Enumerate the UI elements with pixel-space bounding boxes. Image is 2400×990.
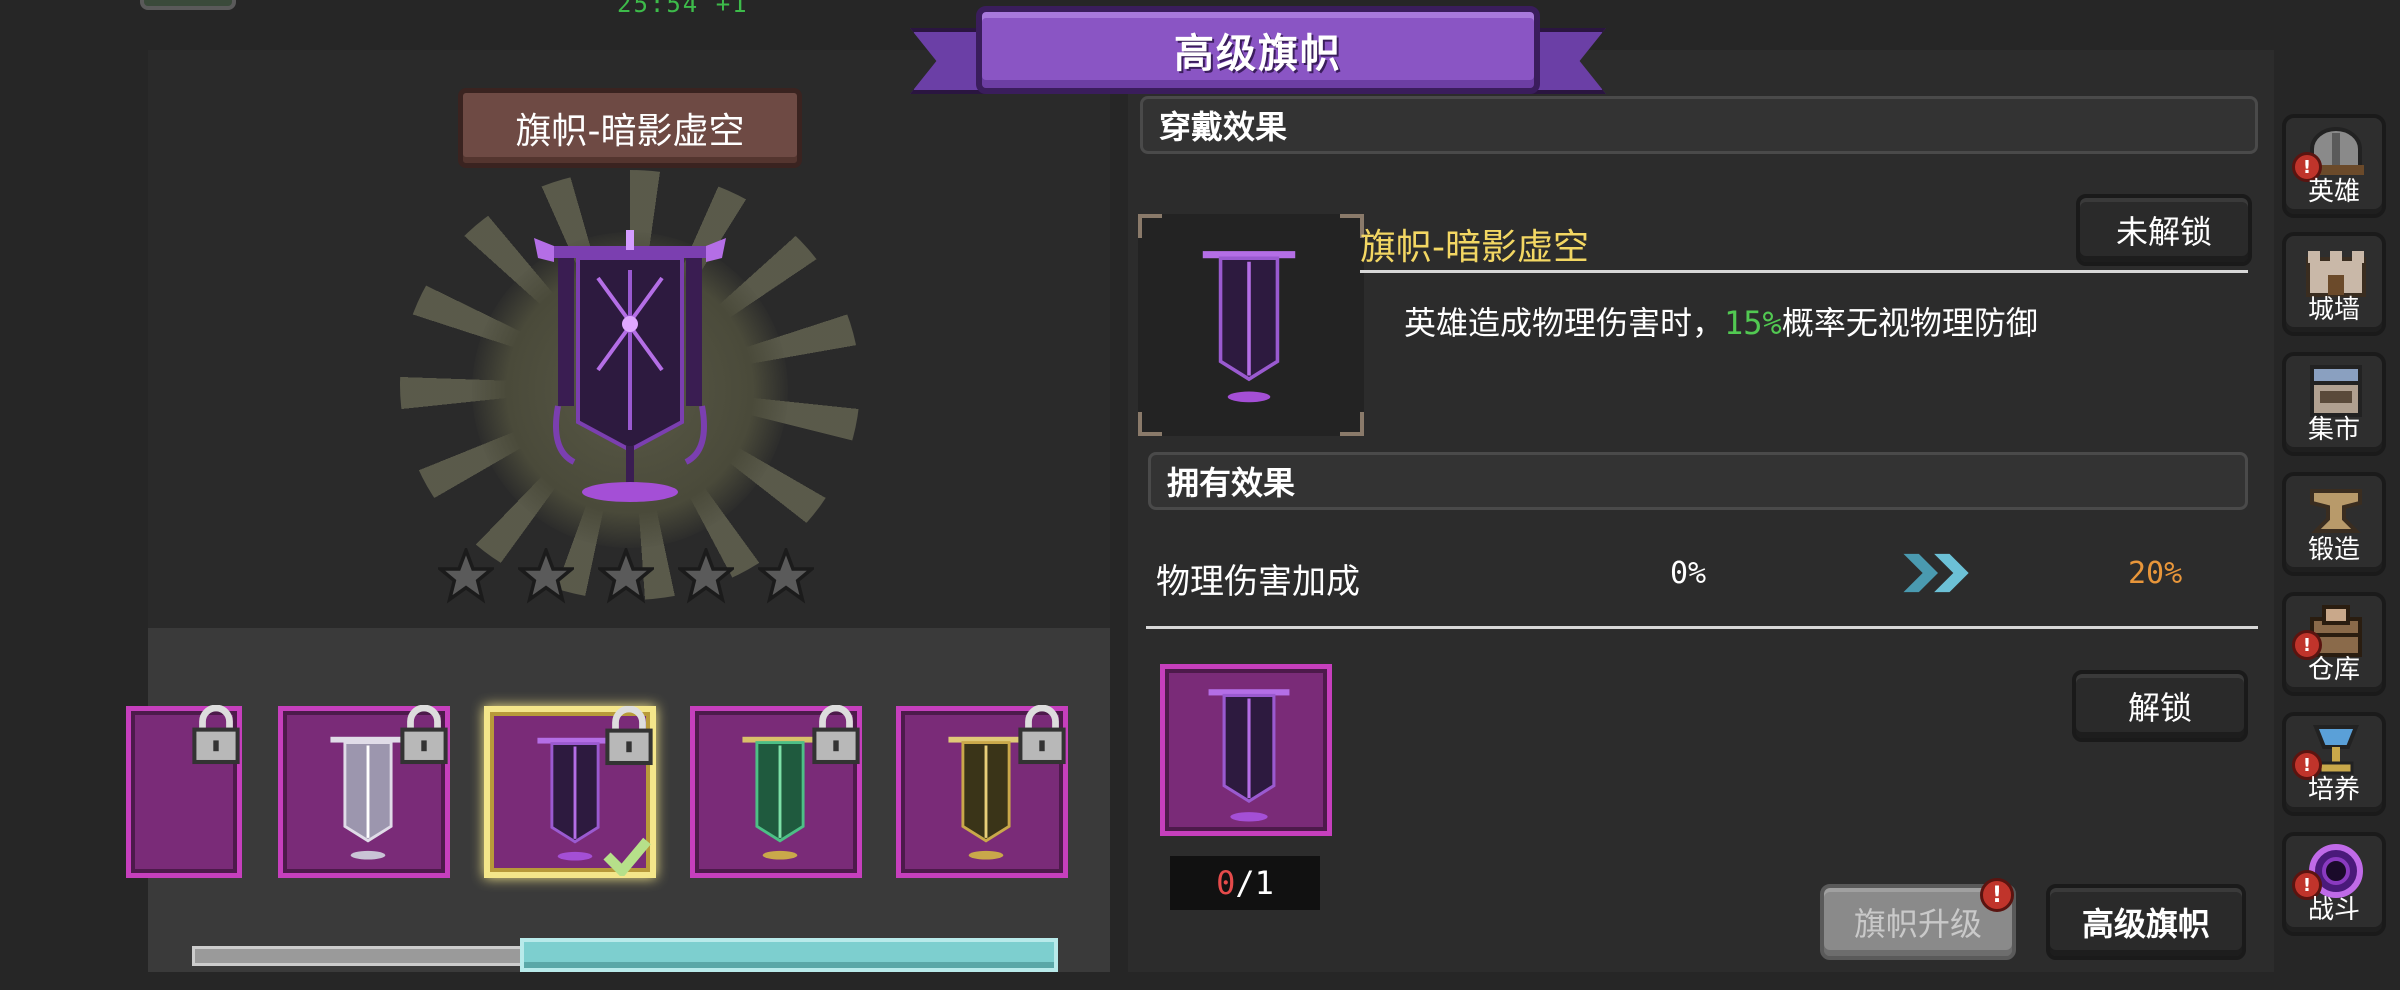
banner-slot[interactable] (278, 705, 450, 878)
banner-slot-selected[interactable] (484, 706, 656, 878)
nav-wall[interactable]: 城墙 (2282, 232, 2386, 336)
nav-forge[interactable]: 锻造 (2282, 472, 2386, 576)
shadow-void-banner-icon (1208, 689, 1290, 822)
slot-scrollbar-thumb[interactable] (520, 938, 1058, 972)
wear-banner-name: 旗帜-暗影虚空 (1360, 227, 1589, 268)
nav-label: 英雄 (2307, 177, 2360, 207)
star-empty-icon (758, 548, 814, 604)
stat-next-value: 20% (2128, 556, 2183, 591)
nav-label: 仓库 (2307, 655, 2360, 685)
nav-market[interactable]: 集市 (2282, 352, 2386, 456)
nav-label: 城墙 (2307, 295, 2360, 325)
item-count: 0/1 (1170, 856, 1320, 910)
lock-icon (605, 706, 653, 766)
star-rating (438, 548, 814, 604)
nav-label: 锻造 (2307, 535, 2360, 565)
locked-state-label: 未解锁 (2115, 213, 2212, 251)
star-empty-icon (598, 548, 654, 604)
nav-battle[interactable]: ! 战斗 (2282, 832, 2386, 936)
clock-text: 25:54 +1 (617, 0, 749, 18)
banner-name-plaque: 旗帜-暗影虚空 (458, 88, 802, 168)
locked-state-button[interactable]: 未解锁 (2076, 194, 2252, 266)
lock-icon (192, 705, 240, 765)
lock-icon (812, 705, 860, 765)
shadow-void-banner-icon (534, 230, 726, 502)
banner-slot[interactable] (126, 705, 242, 878)
banner-name: 旗帜-暗影虚空 (515, 111, 745, 152)
nav-cultivate[interactable]: ! 培养 (2282, 712, 2386, 816)
item-count-have: 0 (1216, 864, 1236, 902)
star-empty-icon (518, 548, 574, 604)
required-item-slot[interactable] (1160, 664, 1332, 836)
stat-label: 物理伤害加成 (1156, 562, 1360, 602)
double-arrow-right-icon (1903, 553, 1969, 593)
wear-item-frame (1138, 214, 1364, 436)
own-effect-title: 拥有效果 (1167, 464, 1296, 502)
banner-slot[interactable] (896, 705, 1068, 878)
shadow-void-banner-icon (1202, 251, 1296, 403)
page-title: 高级旗帜 (1174, 31, 1342, 77)
own-effect-header: 拥有效果 (1148, 452, 2248, 510)
alert-icon: ! (1980, 878, 2014, 912)
nav-label: 培养 (2307, 775, 2360, 805)
banner-upgrade-label: 旗帜升级 (1853, 905, 1982, 943)
checkmark-icon (603, 837, 651, 876)
star-empty-icon (678, 548, 734, 604)
divider (1146, 626, 2258, 629)
unlock-button[interactable]: 解锁 (2072, 670, 2248, 742)
item-count-need: 1 (1254, 864, 1274, 902)
nav-label: 战斗 (2307, 895, 2360, 925)
player-avatar[interactable] (140, 0, 236, 10)
stat-current-value: 0% (1670, 556, 1707, 591)
divider (1360, 270, 2248, 273)
star-empty-icon (438, 548, 494, 604)
banner-slot[interactable] (690, 705, 862, 878)
wear-effect-header: 穿戴效果 (1140, 96, 2258, 154)
nav-label: 集市 (2307, 415, 2360, 445)
title-ribbon: 高级旗帜 (976, 6, 1540, 94)
advanced-banner-label: 高级旗帜 (2081, 905, 2210, 943)
lock-icon (1018, 705, 1066, 765)
lock-icon (400, 705, 448, 765)
unlock-button-label: 解锁 (2127, 689, 2192, 727)
advanced-banner-button[interactable]: 高级旗帜 (2046, 884, 2246, 960)
nav-warehouse[interactable]: ! 仓库 (2282, 592, 2386, 696)
wear-effect-title: 穿戴效果 (1159, 108, 1288, 146)
nav-hero[interactable]: ! 英雄 (2282, 114, 2386, 218)
wear-effect-description: 英雄造成物理伤害时，15%概率无视物理防御 (1404, 304, 2038, 342)
